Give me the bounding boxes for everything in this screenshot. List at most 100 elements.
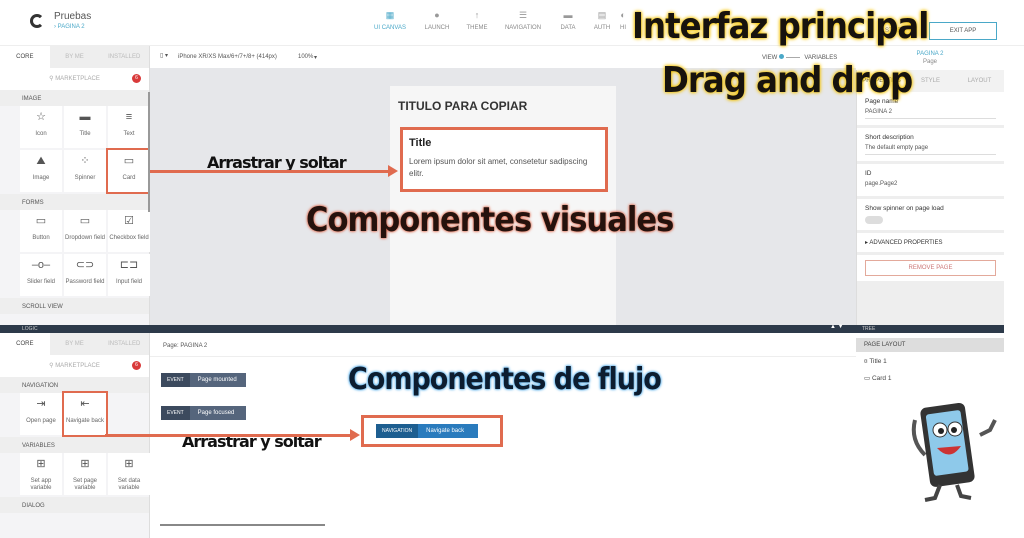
app-logo-icon <box>30 14 44 28</box>
logic-page-label: Page: PAGINA 2 <box>163 343 208 349</box>
arrow-line <box>150 170 390 173</box>
open-page-icon: ⇥ <box>36 398 46 410</box>
toggle-dot <box>779 54 785 59</box>
section-image: IMAGE <box>0 90 149 106</box>
section-dialog: DIALOG <box>0 497 149 513</box>
logic-set-page-variable[interactable]: ⊞ Set page variable <box>64 453 106 495</box>
navigation-icon: ☰ <box>518 10 528 20</box>
breadcrumb[interactable]: › PAGINA 2 <box>54 24 85 30</box>
component-dropdown[interactable]: ▭ Dropdown field <box>64 210 106 252</box>
tab-layout[interactable]: LAYOUT <box>955 70 1004 92</box>
tab-installed[interactable]: INSTALLED <box>99 333 150 355</box>
overlay-main-interface: Interfaz principal <box>632 6 929 47</box>
tab-core[interactable]: CORE <box>0 333 50 355</box>
component-image[interactable]: ⛰ Image <box>20 150 62 192</box>
page-title[interactable]: TITULO PARA COPIAR <box>398 99 527 113</box>
short-description-label: Short description <box>865 134 914 141</box>
component-title[interactable]: ▬ Title <box>64 106 106 148</box>
section-forms: FORMS <box>0 194 149 210</box>
remove-page-button[interactable]: REMOVE PAGE <box>865 260 996 276</box>
nav-navigation[interactable]: ☰ NAVIGATION <box>498 10 548 31</box>
spinner-label: Show spinner on page load <box>865 205 944 212</box>
variable-icon: ⊞ <box>124 458 134 470</box>
phone-icon[interactable]: ▯ ▾ <box>160 52 168 59</box>
component-card[interactable]: ▭ Card <box>106 148 152 194</box>
device-selector[interactable]: iPhone XR/XS Max/6+/7+/8+ (414px) <box>178 54 277 60</box>
zoom-selector[interactable]: 100% <box>298 54 313 60</box>
app-title: Pruebas <box>54 11 92 22</box>
navigate-back-icon: ⇤ <box>80 398 90 410</box>
tab-by-me[interactable]: BY ME <box>49 333 100 355</box>
tab-installed[interactable]: INSTALLED <box>99 46 150 68</box>
tree-heading: PAGE LAYOUT <box>856 338 1004 352</box>
button-icon: ▭ <box>35 215 47 227</box>
dropdown-icon: ▭ <box>79 215 91 227</box>
tab-style[interactable]: STYLE <box>906 70 955 92</box>
password-icon: ⊂⊃ <box>75 259 95 271</box>
short-description-input[interactable]: The default empty page <box>865 145 996 155</box>
input-icon: ⊏⊐ <box>119 259 139 271</box>
marketplace-link[interactable]: ⚲ MARKETPLACE 6 <box>0 355 149 377</box>
star-icon: ☆ <box>36 111 46 123</box>
logic-bar[interactable]: LOGIC <box>0 325 856 333</box>
slider-icon: –o– <box>31 259 51 271</box>
event-block-page-focused[interactable]: EVENT Page focused <box>161 406 246 420</box>
component-text[interactable]: ≡ Text <box>108 106 150 148</box>
marketplace-link[interactable]: ⚲ MARKETPLACE 6 <box>0 68 149 90</box>
event-block-page-mounted[interactable]: EVENT Page mounted <box>161 373 246 387</box>
arrow-head-icon <box>350 429 360 441</box>
theme-icon: ↑ <box>474 10 480 20</box>
marketplace-badge: 6 <box>132 361 141 370</box>
exit-app-button[interactable]: EXIT APP <box>929 22 997 40</box>
overlay-visual-components: Componentes visuales <box>306 200 674 240</box>
component-spinner[interactable]: ⁘ Spinner <box>64 150 106 192</box>
zoom-chevron-icon: ▾ <box>314 55 318 61</box>
variable-icon: ⊞ <box>80 458 90 470</box>
nav-theme[interactable]: ↑ THEME <box>452 10 502 31</box>
checkbox-icon: ☑ <box>124 215 134 227</box>
arrow-head-icon <box>388 165 398 177</box>
spinner-toggle[interactable] <box>865 216 883 224</box>
card-node-icon: ▭ <box>864 375 872 382</box>
tree-bar: TREE <box>856 325 1004 333</box>
panel-resize-arrows-icon[interactable]: ▲ ▼ <box>830 324 844 330</box>
overlay-drag-and-drop: Drag and drop <box>662 60 913 101</box>
tab-core[interactable]: CORE <box>0 46 50 68</box>
nav-ui-canvas[interactable]: ▦ UI CANVAS <box>365 10 415 31</box>
card-body: Lorem ipsum dolor sit amet, consetetur s… <box>409 157 588 178</box>
component-password[interactable]: ⊂⊃ Password field <box>64 254 106 296</box>
component-palette: CORE BY ME INSTALLED ⚲ MARKETPLACE 6 IMA… <box>0 46 152 326</box>
navigation-block-navigate-back[interactable]: NAVIGATION Navigate back <box>376 424 479 438</box>
tree-item-title[interactable]: ¤ Title 1 <box>856 352 1004 368</box>
arrow-line <box>105 434 351 437</box>
logic-scrollbar[interactable] <box>160 524 325 526</box>
image-icon: ⛰ <box>36 155 46 167</box>
marketplace-badge: 6 <box>132 74 141 83</box>
section-scroll-view: SCROLL VIEW <box>0 298 149 314</box>
overlay-flow-components: Componentes de flujo <box>348 362 662 397</box>
component-checkbox[interactable]: ☑ Checkbox field <box>108 210 150 252</box>
phone-mascot-icon <box>911 402 997 502</box>
component-icon[interactable]: ☆ Icon <box>20 106 62 148</box>
variable-icon: ⊞ <box>36 458 46 470</box>
logic-set-app-variable[interactable]: ⊞ Set app variable <box>20 453 62 495</box>
text-icon: ≡ <box>125 111 133 123</box>
properties-panel: PROPERTIES STYLE LAYOUT Page name PAGINA … <box>856 70 1004 326</box>
tree-item-card[interactable]: ▭ Card 1 <box>856 368 1004 385</box>
card-icon: ▭ <box>123 155 135 167</box>
logic-set-data-variable[interactable]: ⊞ Set data variable <box>108 453 150 495</box>
logic-navigate-back[interactable]: ⇤ Navigate back <box>62 391 108 437</box>
canvas-icon: ▦ <box>385 10 395 20</box>
component-input[interactable]: ⊏⊐ Input field <box>108 254 150 296</box>
spinner-icon: ⁘ <box>80 155 90 167</box>
logic-open-page[interactable]: ⇥ Open page <box>20 393 62 435</box>
page-name-input[interactable]: PAGINA 2 <box>865 109 996 119</box>
advanced-properties[interactable]: ▸ ADVANCED PROPERTIES <box>857 233 1004 252</box>
tab-by-me[interactable]: BY ME <box>49 46 100 68</box>
title-icon: ▬ <box>79 111 91 123</box>
component-slider[interactable]: –o– Slider field <box>20 254 62 296</box>
component-button[interactable]: ▭ Button <box>20 210 62 252</box>
id-value: page.Page2 <box>865 181 898 187</box>
id-label: ID <box>865 170 872 177</box>
section-navigation: NAVIGATION <box>0 377 149 393</box>
